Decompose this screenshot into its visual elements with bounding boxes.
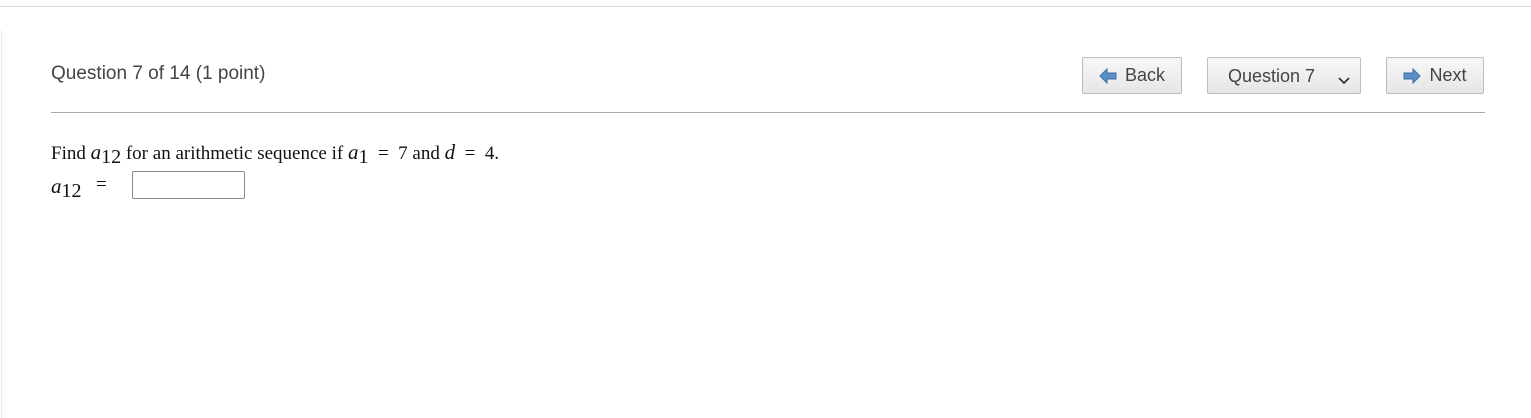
a1-value: 7 bbox=[398, 143, 408, 164]
question-select-value: Question 7 bbox=[1228, 66, 1316, 86]
answer-var-a: a bbox=[51, 174, 62, 198]
question-header: Question 7 of 14 (1 point) Back Question… bbox=[51, 57, 1485, 97]
chevron-down-icon bbox=[1338, 70, 1350, 91]
answer-subscript-12: 12 bbox=[61, 180, 82, 202]
math-subscript-12: 12 bbox=[101, 146, 122, 168]
answer-equals: = bbox=[96, 174, 107, 195]
question-title: Question 7 of 14 (1 point) bbox=[51, 63, 266, 84]
answer-label: a12 bbox=[51, 174, 82, 202]
question-find-word: Find bbox=[51, 143, 86, 164]
back-button[interactable]: Back bbox=[1082, 57, 1182, 94]
left-border bbox=[1, 30, 2, 418]
math-var-a: a bbox=[90, 140, 102, 164]
question-and-word: and bbox=[412, 143, 440, 164]
answer-input[interactable] bbox=[132, 171, 245, 199]
next-button-label: Next bbox=[1429, 65, 1467, 85]
arrow-left-icon bbox=[1099, 67, 1117, 84]
math-subscript-1: 1 bbox=[358, 146, 369, 168]
d-value: 4. bbox=[484, 143, 500, 164]
question-text: Find a12 for an arithmetic sequence if a… bbox=[51, 140, 500, 168]
top-border bbox=[0, 6, 1531, 7]
question-select[interactable]: Question 7 bbox=[1207, 57, 1361, 94]
arrow-right-icon bbox=[1403, 67, 1422, 84]
next-button[interactable]: Next bbox=[1386, 57, 1484, 94]
math-var-d: d bbox=[444, 140, 456, 164]
back-button-label: Back bbox=[1124, 65, 1166, 85]
header-divider bbox=[51, 112, 1485, 113]
math-equals: = bbox=[377, 143, 389, 164]
math-equals-d: = bbox=[464, 143, 476, 164]
question-mid-text: for an arithmetic sequence if bbox=[125, 143, 344, 164]
math-var-a1: a bbox=[347, 140, 359, 164]
